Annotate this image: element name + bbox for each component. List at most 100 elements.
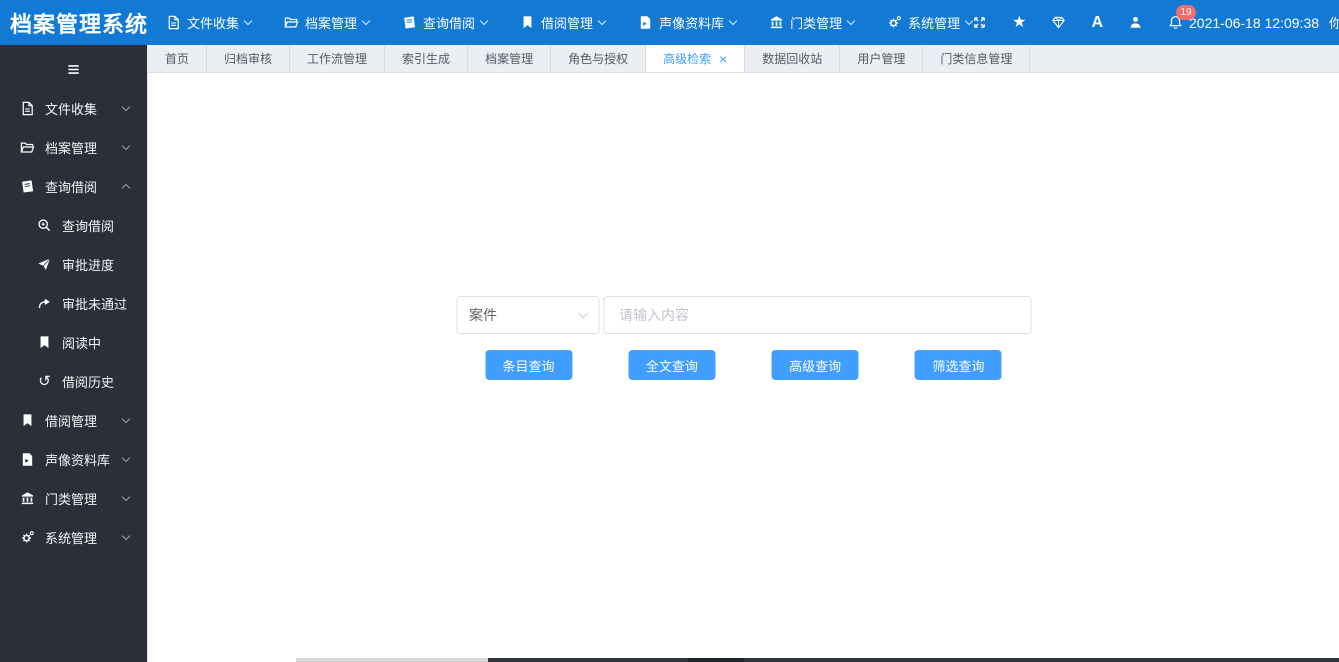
header-utility-icons: ★ A 19 bbox=[972, 5, 1197, 32]
file-icon bbox=[166, 15, 181, 30]
chevron-down-icon bbox=[479, 16, 489, 26]
hamburger-icon bbox=[66, 62, 81, 77]
header-nav-label: 声像资料库 bbox=[659, 16, 725, 31]
category-select[interactable]: 案件 bbox=[456, 296, 599, 334]
search-input[interactable] bbox=[603, 296, 1031, 334]
chevron-down-icon bbox=[577, 308, 588, 319]
sidebar-item-archive-manage[interactable]: 档案管理 bbox=[0, 128, 147, 167]
tab-advanced-search[interactable]: 高级检索 × bbox=[646, 45, 746, 72]
sidebar-item-borrow-manage[interactable]: 借阅管理 bbox=[0, 401, 147, 440]
sidebar-item-label: 查询借阅 bbox=[45, 180, 98, 195]
sidebar-item-label: 声像资料库 bbox=[45, 453, 111, 468]
sidebar-subitem-label: 阅读中 bbox=[62, 336, 102, 351]
chevron-down-icon bbox=[121, 453, 131, 463]
header-nav-system-manage[interactable]: 系统管理 bbox=[887, 13, 974, 32]
header-nav: 文件收集 档案管理 查询借阅 借阅管理 声像资料库 门类管理 系统管理 bbox=[166, 13, 974, 32]
search-form: 案件 条目查询 全文查询 高级查询 筛选查询 bbox=[456, 296, 1031, 380]
sidebar-subitem-query-borrow[interactable]: 查询借阅 bbox=[0, 206, 147, 245]
header-nav-label: 系统管理 bbox=[908, 16, 961, 31]
scrollbar-thumb[interactable] bbox=[488, 658, 1339, 662]
top-header: 档案管理系统 文件收集 档案管理 查询借阅 借阅管理 声像资料库 门类管理 系统… bbox=[0, 0, 1339, 45]
star-icon[interactable]: ★ bbox=[1012, 14, 1026, 31]
sidebar: 文件收集 档案管理 查询借阅 查询借阅 审批进度 审批未通过 阅读中 ↺ 借阅历… bbox=[0, 45, 148, 662]
media-file-icon bbox=[638, 15, 653, 30]
bell-icon[interactable]: 19 bbox=[1168, 5, 1197, 30]
sidebar-item-system-manage[interactable]: 系统管理 bbox=[0, 518, 147, 557]
chevron-down-icon bbox=[243, 16, 253, 26]
media-file-icon bbox=[20, 452, 35, 467]
app-window: 档案管理系统 文件收集 档案管理 查询借阅 借阅管理 声像资料库 门类管理 系统… bbox=[0, 0, 1339, 662]
send-icon bbox=[37, 257, 52, 272]
font-size-icon[interactable]: A bbox=[1091, 14, 1103, 32]
advanced-query-button[interactable]: 高级查询 bbox=[771, 350, 859, 380]
category-select-value: 案件 bbox=[469, 307, 497, 323]
bookmark-icon bbox=[37, 335, 52, 350]
sidebar-subitem-label: 审批未通过 bbox=[62, 297, 128, 312]
folder-open-icon bbox=[284, 15, 299, 30]
notification-badge: 19 bbox=[1176, 5, 1197, 20]
sidebar-subitem-label: 借阅历史 bbox=[62, 375, 115, 390]
chevron-down-icon bbox=[121, 141, 131, 151]
history-icon: ↺ bbox=[38, 373, 51, 390]
chevron-down-icon bbox=[121, 531, 131, 541]
user-icon[interactable] bbox=[1128, 15, 1143, 30]
entry-query-button[interactable]: 条目查询 bbox=[485, 350, 572, 380]
tab-recycle-bin[interactable]: 数据回收站 bbox=[745, 45, 841, 72]
header-nav-query-borrow[interactable]: 查询借阅 bbox=[402, 13, 489, 32]
filter-query-button[interactable]: 筛选查询 bbox=[914, 350, 1002, 380]
sidebar-item-label: 借阅管理 bbox=[45, 414, 98, 429]
close-icon[interactable]: × bbox=[719, 52, 727, 66]
header-nav-category-manage[interactable]: 门类管理 bbox=[769, 13, 856, 32]
header-nav-borrow-manage[interactable]: 借阅管理 bbox=[520, 13, 607, 32]
fullscreen-icon[interactable] bbox=[972, 15, 987, 30]
sidebar-item-category-manage[interactable]: 门类管理 bbox=[0, 479, 147, 518]
scrollbar-thumb-segment bbox=[688, 658, 744, 662]
datetime-display: 2021-06-18 12:09:38 bbox=[1189, 14, 1320, 31]
sidebar-subitem-approval-progress[interactable]: 审批进度 bbox=[0, 245, 147, 284]
user-greeting: 你好 管理员 bbox=[1329, 16, 1339, 31]
gears-icon bbox=[887, 15, 902, 30]
chevron-down-icon bbox=[597, 16, 607, 26]
app-title: 档案管理系统 bbox=[10, 11, 149, 37]
main-area: 首页 归档审核 工作流管理 索引生成 档案管理 角色与授权 高级检索 × 数据回… bbox=[148, 45, 1339, 662]
sidebar-subitem-borrow-history[interactable]: ↺ 借阅历史 bbox=[0, 362, 147, 401]
sidebar-item-label: 系统管理 bbox=[45, 531, 98, 546]
tab-bar: 首页 归档审核 工作流管理 索引生成 档案管理 角色与授权 高级检索 × 数据回… bbox=[148, 45, 1339, 73]
bookmark-icon bbox=[520, 15, 535, 30]
horizontal-scrollbar[interactable] bbox=[296, 658, 1339, 662]
sidebar-subitem-approval-rejected[interactable]: 审批未通过 bbox=[0, 284, 147, 323]
sidebar-item-query-borrow[interactable]: 查询借阅 bbox=[0, 167, 147, 206]
redo-arrow-icon bbox=[37, 296, 52, 311]
tab-home[interactable]: 首页 bbox=[148, 45, 208, 72]
tab-category-info-manage[interactable]: 门类信息管理 bbox=[923, 45, 1031, 72]
scrollbar-track bbox=[296, 658, 488, 662]
tab-archive-manage[interactable]: 档案管理 bbox=[468, 45, 552, 72]
header-nav-label: 查询借阅 bbox=[423, 16, 476, 31]
sidebar-subitem-reading[interactable]: 阅读中 bbox=[0, 323, 147, 362]
chevron-down-icon bbox=[361, 16, 371, 26]
gem-icon[interactable] bbox=[1051, 15, 1066, 30]
chevron-down-icon bbox=[121, 102, 131, 112]
tab-index-generate[interactable]: 索引生成 bbox=[385, 45, 469, 72]
sidebar-subitem-label: 查询借阅 bbox=[62, 219, 115, 234]
bank-icon bbox=[20, 491, 35, 506]
header-nav-file-collect[interactable]: 文件收集 bbox=[166, 13, 253, 32]
sidebar-item-media-library[interactable]: 声像资料库 bbox=[0, 440, 147, 479]
tab-user-manage[interactable]: 用户管理 bbox=[840, 45, 924, 72]
header-nav-archive-manage[interactable]: 档案管理 bbox=[284, 13, 371, 32]
header-nav-label: 档案管理 bbox=[305, 16, 358, 31]
book-icon bbox=[402, 15, 417, 30]
sidebar-item-label: 文件收集 bbox=[45, 102, 98, 117]
chevron-down-icon bbox=[121, 414, 131, 424]
sidebar-subitem-label: 审批进度 bbox=[62, 258, 115, 273]
sidebar-collapse-button[interactable] bbox=[0, 53, 147, 85]
sidebar-item-file-collect[interactable]: 文件收集 bbox=[0, 89, 147, 128]
header-nav-media-library[interactable]: 声像资料库 bbox=[638, 13, 738, 32]
tab-archive-review[interactable]: 归档审核 bbox=[207, 45, 291, 72]
tab-workflow-manage[interactable]: 工作流管理 bbox=[290, 45, 386, 72]
search-plus-icon bbox=[37, 218, 52, 233]
fulltext-query-button[interactable]: 全文查询 bbox=[628, 350, 716, 380]
sidebar-menu: 文件收集 档案管理 查询借阅 查询借阅 审批进度 审批未通过 阅读中 ↺ 借阅历… bbox=[0, 89, 147, 557]
tab-role-auth[interactable]: 角色与授权 bbox=[551, 45, 647, 72]
content-panel: 案件 条目查询 全文查询 高级查询 筛选查询 bbox=[148, 73, 1339, 661]
